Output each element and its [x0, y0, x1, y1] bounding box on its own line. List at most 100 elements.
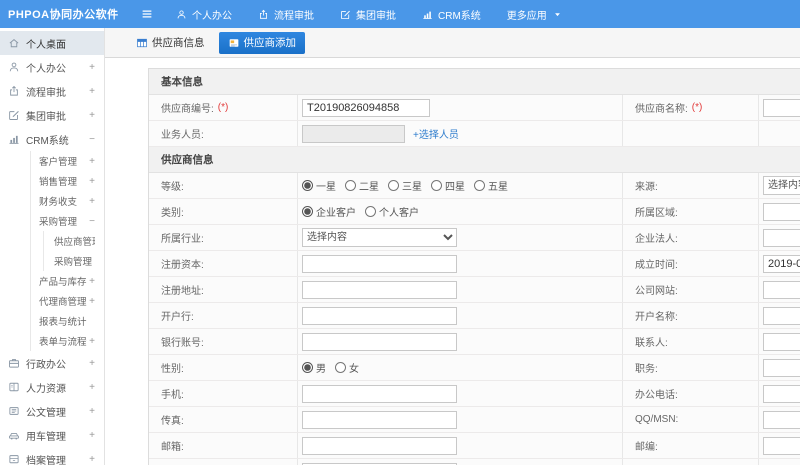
- expand-plus-icon[interactable]: +: [87, 62, 95, 73]
- form-field-cell: [298, 433, 623, 458]
- category-radio-group-option-0[interactable]: 企业客户: [302, 204, 356, 219]
- gender-radio-group-radio-1[interactable]: [335, 362, 346, 373]
- region-input[interactable]: [763, 202, 800, 221]
- expand-plus-icon[interactable]: +: [87, 176, 95, 187]
- level-radio-group-option-0[interactable]: 一星: [302, 178, 336, 193]
- expand-plus-icon[interactable]: +: [87, 430, 95, 441]
- sidebar-item-product-inventory[interactable]: 产品与库存 +: [31, 271, 104, 291]
- level-radio-group-radio-0[interactable]: [302, 180, 313, 191]
- level-radio-group-radio-2[interactable]: [388, 180, 399, 191]
- expand-plus-icon[interactable]: +: [87, 358, 95, 369]
- radio-option-label: 企业客户: [316, 208, 356, 219]
- gender-radio-group: 男女: [302, 360, 359, 375]
- office-phone-input[interactable]: [763, 384, 800, 403]
- expand-plus-icon[interactable]: +: [87, 156, 95, 167]
- sidebar-item-process-approval[interactable]: 流程审批 +: [0, 79, 104, 103]
- sidebar-item-personal-desktop[interactable]: 个人桌面: [0, 31, 104, 55]
- sidebar-item-archive-mgmt[interactable]: 档案管理 +: [0, 447, 104, 465]
- gender-radio-group-option-0[interactable]: 男: [302, 360, 326, 375]
- hamburger-menu-icon[interactable]: [140, 7, 154, 21]
- level-radio-group-option-3[interactable]: 四星: [431, 178, 465, 193]
- company-website-input[interactable]: [763, 280, 800, 299]
- sidebar-item-vehicle-mgmt[interactable]: 用车管理 +: [0, 423, 104, 447]
- registered-address-input[interactable]: [302, 280, 457, 299]
- sidebar-item-admin-office[interactable]: 行政办公 +: [0, 351, 104, 375]
- nav-item-process-approval[interactable]: 流程审批: [258, 7, 314, 22]
- bank-input[interactable]: [302, 306, 457, 325]
- nav-item-crm-system[interactable]: CRM系统: [422, 7, 481, 22]
- sidebar-item-finance-income-expense[interactable]: 财务收支 +: [31, 191, 104, 211]
- supplier-code-input[interactable]: [302, 98, 430, 117]
- expand-plus-icon[interactable]: +: [87, 276, 95, 287]
- mobile-input[interactable]: [302, 384, 457, 403]
- gender-radio-group-option-1[interactable]: 女: [335, 360, 359, 375]
- level-radio-group-option-1[interactable]: 二星: [345, 178, 379, 193]
- email-input[interactable]: [302, 436, 457, 455]
- nav-item-personal-office[interactable]: 个人办公: [176, 7, 232, 22]
- gender-radio-group-radio-0[interactable]: [302, 362, 313, 373]
- form-label-cell: 来源:: [623, 173, 759, 198]
- sidebar-item-personal-office[interactable]: 个人办公 +: [0, 55, 104, 79]
- sidebar-item-purchase-mgmt[interactable]: 采购管理 −: [31, 211, 104, 231]
- expand-plus-icon[interactable]: +: [87, 336, 95, 347]
- process-icon: [258, 9, 269, 20]
- category-radio-group-option-1[interactable]: 个人客户: [365, 204, 419, 219]
- mobile-input-label: 手机:: [161, 390, 184, 401]
- form-row: 邮箱: 邮编:: [149, 433, 800, 459]
- qq-msn-input-label: QQ/MSN:: [635, 414, 679, 425]
- level-radio-group-option-4[interactable]: 五星: [474, 178, 508, 193]
- supplier-name-input[interactable]: [763, 98, 800, 117]
- expand-plus-icon[interactable]: +: [87, 196, 95, 207]
- expand-plus-icon[interactable]: +: [87, 110, 95, 121]
- sidebar-item-group-approval[interactable]: 集团审批 +: [0, 103, 104, 127]
- source-select-label: 来源:: [635, 182, 658, 193]
- bank-account-input[interactable]: [302, 332, 457, 351]
- account-name-input[interactable]: [763, 306, 800, 325]
- sidebar-item-label: 客户管理: [39, 157, 78, 168]
- sidebar-item-label: 行政办公: [26, 359, 66, 371]
- legal-person-input[interactable]: [763, 228, 800, 247]
- founding-date-input[interactable]: [763, 254, 800, 273]
- postcode-input[interactable]: [763, 436, 800, 455]
- collapse-minus-icon[interactable]: −: [87, 216, 95, 227]
- sidebar-item-sales-mgmt[interactable]: 销售管理 +: [31, 171, 104, 191]
- expand-plus-icon[interactable]: +: [87, 86, 95, 97]
- sidebar-item-customer-mgmt[interactable]: 客户管理 +: [31, 151, 104, 171]
- sidebar-item-agent-mgmt[interactable]: 代理商管理 +: [31, 291, 104, 311]
- radio-option-label: 四星: [445, 182, 465, 193]
- expand-plus-icon[interactable]: +: [87, 382, 95, 393]
- level-radio-group-radio-4[interactable]: [474, 180, 485, 191]
- expand-plus-icon[interactable]: +: [87, 406, 95, 417]
- registered-capital-input[interactable]: [302, 254, 457, 273]
- source-select[interactable]: 选择内容: [763, 176, 800, 195]
- sidebar-item-human-resources[interactable]: 人力资源 +: [0, 375, 104, 399]
- select-person-link[interactable]: +选择人员: [413, 126, 459, 141]
- nav-item-group-approval[interactable]: 集团审批: [340, 7, 396, 22]
- fax-input[interactable]: [302, 410, 457, 429]
- expand-plus-icon[interactable]: +: [87, 296, 95, 307]
- expand-plus-icon[interactable]: +: [87, 454, 95, 465]
- business-staff-input[interactable]: [302, 124, 405, 143]
- level-radio-group-radio-3[interactable]: [431, 180, 442, 191]
- contact-person-input[interactable]: [763, 332, 800, 351]
- sidebar-item-form-flow-settings[interactable]: 表单与流程设置+: [31, 331, 104, 351]
- sidebar-item-crm-system[interactable]: CRM系统 −: [0, 127, 104, 151]
- collapse-minus-icon[interactable]: −: [87, 134, 95, 145]
- radio-option-label: 男: [316, 364, 326, 375]
- industry-select[interactable]: 选择内容: [302, 228, 457, 247]
- category-radio-group-radio-1[interactable]: [365, 206, 376, 217]
- table-icon: [136, 37, 148, 49]
- sidebar-item-report-statistics[interactable]: 报表与统计: [31, 311, 104, 331]
- category-radio-group-radio-0[interactable]: [302, 206, 313, 217]
- sidebar-item-purchase-mgmt-sub[interactable]: 采购管理: [44, 251, 104, 271]
- book-icon: [8, 381, 20, 393]
- level-radio-group-radio-1[interactable]: [345, 180, 356, 191]
- nav-item-more-apps[interactable]: 更多应用: [507, 7, 563, 22]
- sidebar-item-document-mgmt[interactable]: 公文管理 +: [0, 399, 104, 423]
- job-title-input[interactable]: [763, 358, 800, 377]
- qq-msn-input[interactable]: [763, 410, 800, 429]
- tab-supplier-add[interactable]: 供应商添加: [218, 31, 305, 54]
- tab-supplier-info[interactable]: 供应商信息: [130, 32, 211, 54]
- sidebar-item-supplier-mgmt[interactable]: 供应商管理: [44, 231, 104, 251]
- level-radio-group-option-2[interactable]: 三星: [388, 178, 422, 193]
